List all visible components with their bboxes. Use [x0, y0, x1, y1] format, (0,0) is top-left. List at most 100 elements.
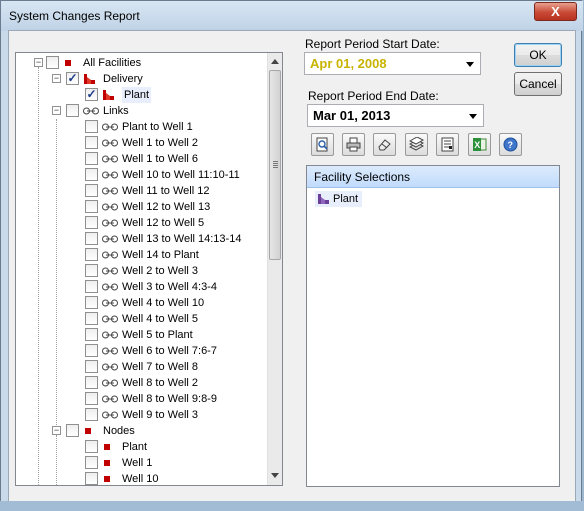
tree-row[interactable]: Well 7 to Well 8	[16, 359, 268, 375]
close-button[interactable]: X	[534, 2, 577, 21]
print-button[interactable]	[342, 133, 365, 156]
tree-row[interactable]: Well 3 to Well 4:3-4	[16, 279, 268, 295]
tree-checkbox[interactable]	[85, 232, 98, 245]
tree-checkbox[interactable]	[85, 440, 98, 453]
collapse-toggle-icon[interactable]: −	[34, 58, 43, 67]
tree-checkbox[interactable]	[85, 184, 98, 197]
preview-button[interactable]	[311, 133, 334, 156]
tree-checkbox[interactable]	[66, 424, 79, 437]
tree-row[interactable]: Well 12 to Well 13	[16, 199, 268, 215]
facility-selections-panel[interactable]: Facility Selections Plant	[306, 165, 560, 487]
tree-row[interactable]: Well 13 to Well 14:13-14	[16, 231, 268, 247]
excel-export-button[interactable]: X	[468, 133, 491, 156]
collapse-toggle-icon[interactable]: −	[52, 426, 61, 435]
tree-checkbox[interactable]	[85, 168, 98, 181]
tree-row[interactable]: Well 1	[16, 455, 268, 471]
tree-row[interactable]: Plant	[16, 439, 268, 455]
tree-checkbox[interactable]	[85, 376, 98, 389]
link-icon	[102, 411, 118, 419]
tree-row[interactable]: Well 4 to Well 5	[16, 311, 268, 327]
link-icon	[102, 363, 118, 371]
tree-row[interactable]: Well 8 to Well 2	[16, 375, 268, 391]
collapse-toggle-icon[interactable]: −	[52, 74, 61, 83]
report-icon	[441, 137, 454, 152]
tree-checkbox[interactable]	[85, 216, 98, 229]
tree-checkbox[interactable]	[85, 120, 98, 133]
eraser-button[interactable]	[373, 133, 396, 156]
tree-row[interactable]: − All Facilities	[16, 55, 268, 71]
tree-checkbox[interactable]	[85, 328, 98, 341]
tree-checkbox[interactable]	[66, 104, 79, 117]
facility-selection-item[interactable]: Plant	[315, 191, 363, 207]
tree-checkbox[interactable]: ✓	[66, 72, 79, 85]
link-icon	[102, 123, 118, 131]
tree-checkbox[interactable]	[85, 344, 98, 357]
tree-row[interactable]: Well 5 to Plant	[16, 327, 268, 343]
ok-button[interactable]: OK	[514, 43, 562, 67]
tree-checkbox[interactable]	[85, 296, 98, 309]
link-icon	[102, 203, 118, 211]
tree-row[interactable]: Well 1 to Well 2	[16, 135, 268, 151]
tree-row[interactable]: Well 6 to Well 7:6-7	[16, 343, 268, 359]
facility-selections-header: Facility Selections	[307, 166, 559, 188]
end-date-combo[interactable]: Mar 01, 2013	[307, 104, 484, 127]
tree-vertical-scrollbar[interactable]	[267, 53, 282, 485]
report-button[interactable]	[436, 133, 459, 156]
tree-checkbox[interactable]	[85, 472, 98, 485]
cancel-button[interactable]: Cancel	[514, 72, 562, 96]
tree-item-label: Well 12 to Well 13	[122, 201, 211, 213]
tree-checkbox[interactable]	[85, 392, 98, 405]
tree-checkbox[interactable]	[85, 264, 98, 277]
tree-row[interactable]: Well 11 to Well 12	[16, 183, 268, 199]
tree-checkbox[interactable]: ✓	[85, 88, 98, 101]
tree-checkbox[interactable]	[46, 56, 59, 69]
tree-row[interactable]: Well 10	[16, 471, 268, 485]
start-date-value: Apr 01, 2008	[310, 56, 387, 71]
tree-row[interactable]: Well 8 to Well 9:8-9	[16, 391, 268, 407]
tree-row[interactable]: − Nodes	[16, 423, 268, 439]
tree-content: − All Facilities − ✓ Delivery ✓ Plant − Links Pla…	[16, 53, 268, 485]
title-bar: System Changes Report X	[1, 1, 583, 31]
tree-row[interactable]: − Links	[16, 103, 268, 119]
tree-item-label: All Facilities	[83, 57, 142, 69]
tree-row[interactable]: Well 1 to Well 6	[16, 151, 268, 167]
chevron-down-icon[interactable]	[469, 114, 477, 119]
tree-checkbox[interactable]	[85, 312, 98, 325]
tree-checkbox[interactable]	[85, 408, 98, 421]
layers-button[interactable]	[405, 133, 428, 156]
tree-row[interactable]: Well 10 to Well 11:10-11	[16, 167, 268, 183]
scroll-up-arrow-icon[interactable]	[271, 59, 279, 64]
chevron-down-icon[interactable]	[466, 62, 474, 67]
tree-item-label: Well 1 to Well 6	[122, 153, 199, 165]
link-icon	[102, 139, 118, 147]
help-button[interactable]: ?	[499, 133, 522, 156]
tree-row[interactable]: Well 14 to Plant	[16, 247, 268, 263]
tree-checkbox[interactable]	[85, 456, 98, 469]
facility-icon	[103, 90, 114, 100]
tree-checkbox[interactable]	[85, 136, 98, 149]
facility-tree[interactable]: − All Facilities − ✓ Delivery ✓ Plant − Links Pla…	[15, 52, 283, 486]
tree-row[interactable]: Plant to Well 1	[16, 119, 268, 135]
scroll-down-arrow-icon[interactable]	[271, 473, 279, 478]
start-date-combo[interactable]: Apr 01, 2008	[304, 52, 481, 75]
tree-checkbox[interactable]	[85, 360, 98, 373]
node-square-icon	[85, 428, 91, 434]
collapse-toggle-icon[interactable]: −	[52, 106, 61, 115]
tree-row[interactable]: ✓ Plant	[16, 87, 268, 103]
tree-row[interactable]: Well 4 to Well 10	[16, 295, 268, 311]
scroll-thumb[interactable]	[269, 70, 281, 260]
tree-row[interactable]: Well 9 to Well 3	[16, 407, 268, 423]
node-square-icon	[104, 460, 110, 466]
tree-row[interactable]: − ✓ Delivery	[16, 71, 268, 87]
tree-row[interactable]: Well 12 to Well 5	[16, 215, 268, 231]
tree-item-label: Well 3 to Well 4:3-4	[122, 281, 217, 293]
tree-checkbox[interactable]	[85, 248, 98, 261]
link-icon	[102, 235, 118, 243]
print-icon	[346, 137, 361, 152]
tree-item-label: Well 9 to Well 3	[122, 409, 199, 421]
tree-checkbox[interactable]	[85, 200, 98, 213]
tree-checkbox[interactable]	[85, 280, 98, 293]
node-square-icon	[65, 60, 71, 66]
tree-row[interactable]: Well 2 to Well 3	[16, 263, 268, 279]
tree-checkbox[interactable]	[85, 152, 98, 165]
